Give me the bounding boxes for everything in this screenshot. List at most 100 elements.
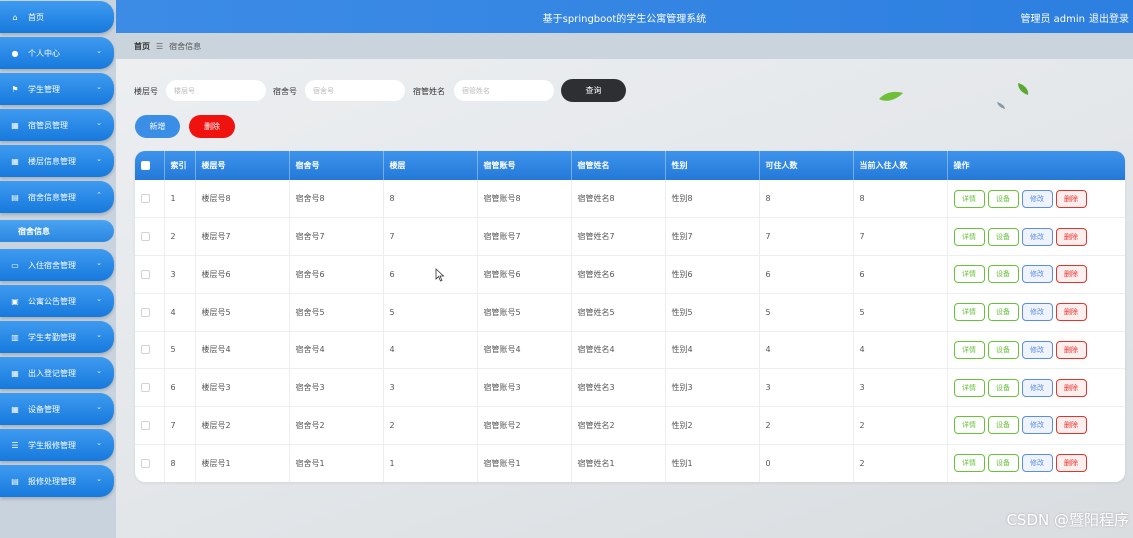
- table-cell: 宿舍号1: [289, 444, 384, 482]
- device-button[interactable]: 设备: [987, 340, 1019, 359]
- delete-button[interactable]: 删除: [1055, 454, 1087, 473]
- edit-button[interactable]: 修改: [1021, 303, 1053, 322]
- column-header: 当前入住人数: [853, 151, 948, 180]
- sidebar-item-label: 学生管理: [28, 84, 60, 94]
- sidebar-item[interactable]: ▦ 设备管理 ⌄: [0, 393, 114, 425]
- device-button[interactable]: 设备: [987, 416, 1019, 435]
- table-cell: 宿管账号4: [477, 331, 572, 369]
- device-button[interactable]: 设备: [987, 227, 1019, 246]
- table-row: 1 楼层号8 宿舍号8 8 宿管账号8 宿管姓名8 性别8 8 8 详情 设备 修改 删除: [135, 180, 1125, 218]
- row-select-cell: [135, 180, 165, 218]
- table-cell: 宿管姓名2: [571, 406, 666, 445]
- table-cell: 3: [383, 368, 478, 407]
- breadcrumb-current: 宿舍信息: [169, 41, 202, 51]
- edit-button[interactable]: 修改: [1021, 416, 1053, 435]
- grid-icon: ▦: [11, 120, 19, 130]
- edit-button[interactable]: 修改: [1021, 265, 1053, 284]
- table-cell: 8: [164, 444, 196, 482]
- device-button[interactable]: 设备: [987, 265, 1019, 284]
- edit-button[interactable]: 修改: [1021, 227, 1053, 246]
- table-row: 8 楼层号1 宿舍号1 1 宿管账号1 宿管姓名1 性别1 0 2 详情 设备 修改 删除: [135, 444, 1125, 482]
- sidebar-item[interactable]: ▦ 宿管员管理 ⌄: [0, 109, 114, 141]
- sidebar-item[interactable]: ⚑ 学生管理 ⌄: [0, 73, 114, 105]
- row-checkbox[interactable]: [141, 458, 150, 468]
- sidebar-item[interactable]: ▦ 出入登记管理 ⌄: [0, 357, 114, 389]
- table-cell: 7: [164, 406, 196, 445]
- delete-button[interactable]: 删除: [1055, 416, 1087, 435]
- sidebar-item[interactable]: ● 个人中心 ⌄: [0, 37, 114, 69]
- delete-button[interactable]: 删除: [1055, 227, 1087, 246]
- sidebar-item[interactable]: ▥ 学生考勤管理 ⌄: [0, 321, 114, 353]
- edit-button[interactable]: 修改: [1021, 378, 1053, 397]
- row-select-cell: [135, 217, 165, 256]
- edit-button[interactable]: 修改: [1021, 189, 1053, 208]
- detail-button[interactable]: 详情: [953, 454, 985, 473]
- row-checkbox[interactable]: [141, 345, 150, 355]
- device-button[interactable]: 设备: [987, 303, 1019, 322]
- room-number-input[interactable]: [305, 80, 405, 101]
- column-header: 宿舍号: [289, 151, 384, 180]
- list-icon: ☰: [11, 440, 19, 450]
- table-cell: 5: [383, 293, 478, 331]
- delete-button[interactable]: 删除: [1055, 303, 1087, 322]
- clipboard-icon: ▤: [11, 476, 19, 486]
- row-checkbox[interactable]: [141, 307, 150, 317]
- sidebar-item[interactable]: ▦ 楼层信息管理 ⌄: [0, 145, 114, 177]
- table-cell: 2: [164, 217, 196, 256]
- manager-name-input[interactable]: [454, 80, 554, 101]
- clipboard-icon: ▤: [11, 192, 19, 202]
- row-actions-cell: 详情 设备 修改 删除: [947, 331, 1125, 369]
- row-select-cell: [135, 368, 165, 407]
- batch-delete-button[interactable]: 删除: [189, 115, 235, 138]
- admin-username: 管理员 admin: [1020, 14, 1085, 25]
- delete-button[interactable]: 删除: [1055, 265, 1087, 284]
- edit-button[interactable]: 修改: [1021, 454, 1053, 473]
- row-checkbox[interactable]: [141, 232, 150, 242]
- sidebar-item[interactable]: ▤ 报修处理管理 ⌄: [0, 465, 114, 497]
- chevron-down-icon: ⌄: [96, 475, 102, 483]
- logout-link[interactable]: 退出登录: [1089, 10, 1129, 25]
- submenu-item-dorm-info[interactable]: 宿舍信息: [0, 220, 114, 242]
- grid-icon: ▦: [11, 404, 19, 414]
- row-select-cell: [135, 406, 165, 445]
- detail-button[interactable]: 详情: [953, 265, 985, 284]
- row-checkbox[interactable]: [141, 194, 150, 204]
- leaf-decoration-icon: [997, 102, 1005, 109]
- row-checkbox[interactable]: [141, 269, 150, 279]
- add-button[interactable]: 新增: [135, 115, 180, 138]
- detail-button[interactable]: 详情: [953, 189, 985, 208]
- table-cell: 宿舍号2: [289, 406, 384, 445]
- detail-button[interactable]: 详情: [953, 416, 985, 435]
- row-checkbox[interactable]: [141, 383, 150, 393]
- sidebar-item[interactable]: ▤ 宿舍信息管理 ⌃: [0, 181, 114, 213]
- search-button[interactable]: 查询: [561, 79, 626, 102]
- table-cell: 7: [383, 217, 478, 256]
- delete-button[interactable]: 删除: [1055, 340, 1087, 359]
- sidebar-item[interactable]: ☰ 学生报修管理 ⌄: [0, 429, 114, 461]
- mouse-cursor-icon: [435, 268, 445, 282]
- edit-button[interactable]: 修改: [1021, 340, 1053, 359]
- delete-button[interactable]: 删除: [1055, 189, 1087, 208]
- breadcrumb-separator-icon: ☰: [156, 41, 164, 51]
- delete-button[interactable]: 删除: [1055, 378, 1087, 397]
- chevron-down-icon: ⌄: [96, 403, 102, 411]
- detail-button[interactable]: 详情: [953, 227, 985, 246]
- floor-number-input[interactable]: [166, 80, 266, 101]
- chevron-down-icon: ⌄: [96, 295, 102, 303]
- sidebar-item[interactable]: ▭ 入住宿舍管理 ⌄: [0, 249, 114, 281]
- row-checkbox[interactable]: [141, 420, 150, 430]
- sidebar-item[interactable]: ⌂ 首页: [0, 1, 114, 33]
- sidebar-item[interactable]: ▣ 公寓公告管理 ⌄: [0, 285, 114, 317]
- table-cell: 楼层号5: [195, 293, 290, 331]
- select-all-checkbox[interactable]: [141, 161, 150, 170]
- table-cell: 7: [759, 217, 854, 256]
- table-cell: 7: [853, 217, 948, 256]
- detail-button[interactable]: 详情: [953, 303, 985, 322]
- detail-button[interactable]: 详情: [953, 378, 985, 397]
- detail-button[interactable]: 详情: [953, 340, 985, 359]
- chevron-down-icon: ⌄: [96, 119, 102, 127]
- breadcrumb-home[interactable]: 首页: [134, 41, 150, 52]
- device-button[interactable]: 设备: [987, 378, 1019, 397]
- device-button[interactable]: 设备: [987, 454, 1019, 473]
- device-button[interactable]: 设备: [987, 189, 1019, 208]
